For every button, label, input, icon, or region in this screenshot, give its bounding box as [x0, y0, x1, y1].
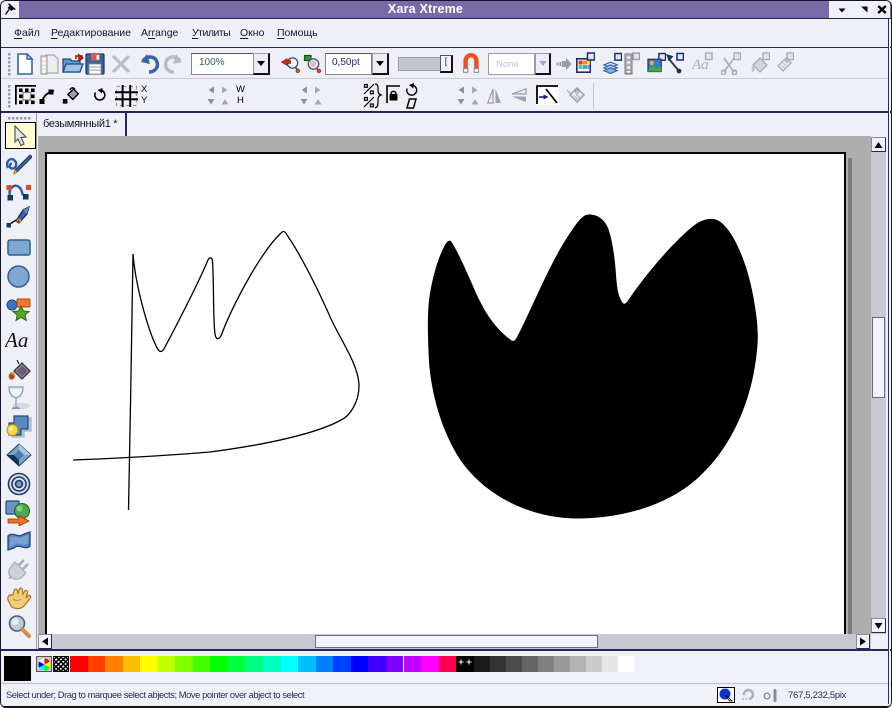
- svg-text:Aa: Aa: [5, 329, 28, 351]
- svg-text:Aa: Aa: [692, 57, 709, 73]
